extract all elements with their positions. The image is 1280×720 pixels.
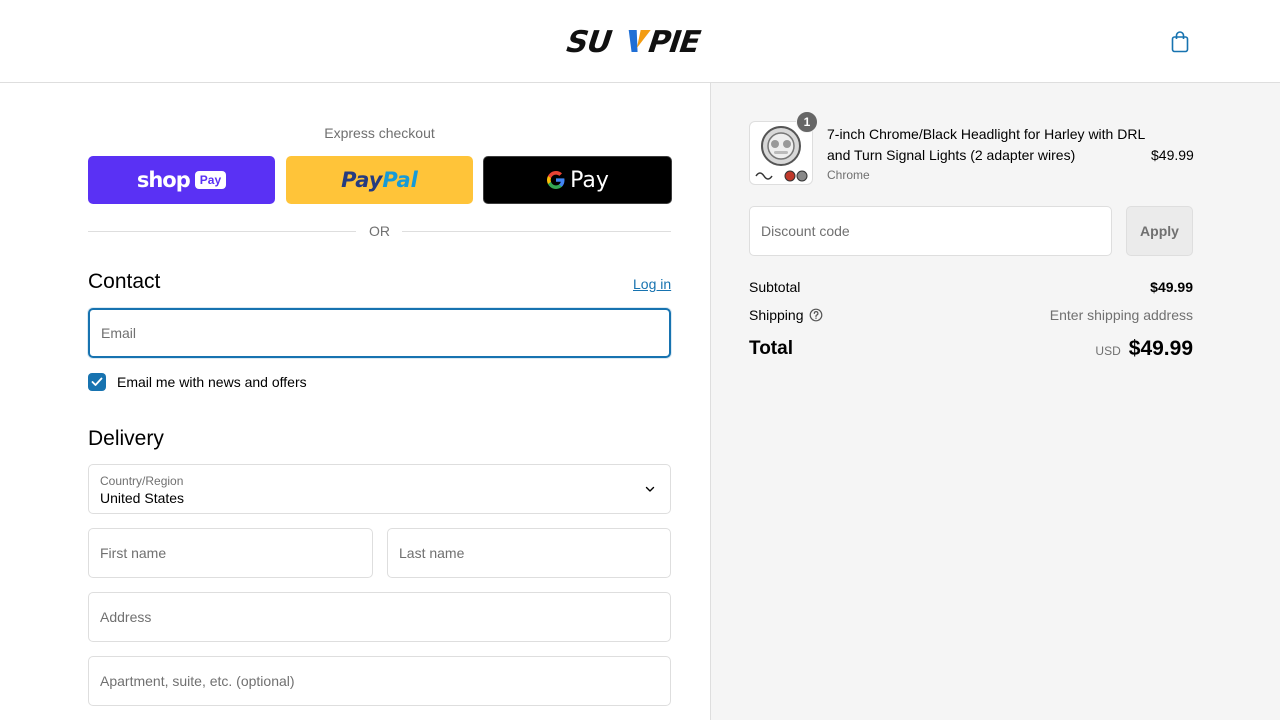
- subtotal-value: $49.99: [1150, 279, 1193, 295]
- google-pay-button[interactable]: Pay: [483, 156, 672, 204]
- site-header: SU PIE: [0, 0, 1280, 83]
- paypal-button[interactable]: PayPal: [286, 156, 473, 204]
- first-name-input[interactable]: [89, 529, 372, 577]
- apartment-field: [88, 656, 671, 706]
- address-field: [88, 592, 671, 642]
- divider-line-right: [402, 231, 671, 232]
- or-divider: OR: [88, 223, 671, 241]
- shipping-row: Shipping Enter shipping address: [749, 307, 1193, 323]
- shopping-bag-icon: [1171, 31, 1189, 53]
- product-price: $49.99: [1151, 147, 1194, 163]
- google-g-icon: [547, 171, 565, 189]
- paypal-logo-part2: Pal: [382, 168, 418, 192]
- last-name-field: [387, 528, 671, 578]
- paypal-logo-part1: Pay: [341, 168, 383, 192]
- newsletter-label: Email me with news and offers: [117, 374, 307, 390]
- total-right: USD $49.99: [1095, 337, 1193, 361]
- shipping-label-group: Shipping: [749, 307, 823, 323]
- product-title: 7-inch Chrome/Black Headlight for Harley…: [827, 126, 1145, 163]
- last-name-input[interactable]: [388, 529, 670, 577]
- total-row: Total USD $49.99: [749, 337, 1193, 361]
- shipping-label: Shipping: [749, 307, 804, 323]
- email-field: [88, 308, 671, 358]
- cart-button[interactable]: [1168, 29, 1192, 55]
- sunpie-logo-graphic: SU PIE: [561, 25, 705, 60]
- first-name-field: [88, 528, 373, 578]
- country-region-value: United States: [100, 490, 185, 506]
- product-variant: Chrome: [827, 168, 870, 182]
- shop-pay-button[interactable]: shop Pay: [88, 156, 275, 204]
- log-in-link[interactable]: Log in: [633, 276, 671, 292]
- order-summary: 1 7-inch Chrome/Black Headlight for Harl…: [710, 83, 1280, 720]
- svg-text:PIE: PIE: [643, 26, 705, 58]
- shop-pay-badge: Pay: [194, 171, 227, 189]
- shop-pay-word: shop: [136, 168, 191, 192]
- google-pay-label: Pay: [570, 167, 609, 193]
- chevron-down-icon: [645, 486, 655, 492]
- newsletter-checkbox[interactable]: [88, 373, 106, 391]
- currency-code: USD: [1095, 344, 1121, 358]
- quantity-badge: 1: [796, 111, 818, 133]
- discount-code-field: [749, 206, 1112, 256]
- newsletter-option[interactable]: Email me with news and offers: [88, 373, 307, 391]
- express-checkout-label: Express checkout: [324, 125, 435, 141]
- discount-code-input[interactable]: [750, 207, 1111, 255]
- total-amount: $49.99: [1128, 337, 1193, 360]
- subtotal-label: Subtotal: [749, 279, 801, 295]
- country-region-label: Country/Region: [100, 474, 184, 488]
- subtotal-row: Subtotal $49.99: [749, 279, 1193, 295]
- checkmark-icon: [91, 377, 103, 386]
- delivery-heading: Delivery: [88, 427, 164, 450]
- help-circle-icon[interactable]: [809, 308, 823, 322]
- checkout-main: Express checkout shop Pay PayPal Pay OR …: [0, 83, 710, 720]
- country-region-select[interactable]: Country/Region United States: [88, 464, 671, 514]
- store-logo[interactable]: SU PIE: [560, 25, 720, 60]
- address-input[interactable]: [89, 593, 670, 641]
- total-label: Total: [749, 338, 793, 359]
- svg-text:SU: SU: [561, 26, 616, 58]
- shipping-value: Enter shipping address: [1049, 307, 1193, 323]
- email-input[interactable]: [90, 310, 669, 356]
- contact-heading: Contact: [88, 270, 161, 293]
- paypal-logo: PayPal: [341, 168, 418, 192]
- apartment-input[interactable]: [89, 657, 670, 705]
- apply-discount-button[interactable]: Apply: [1126, 206, 1193, 256]
